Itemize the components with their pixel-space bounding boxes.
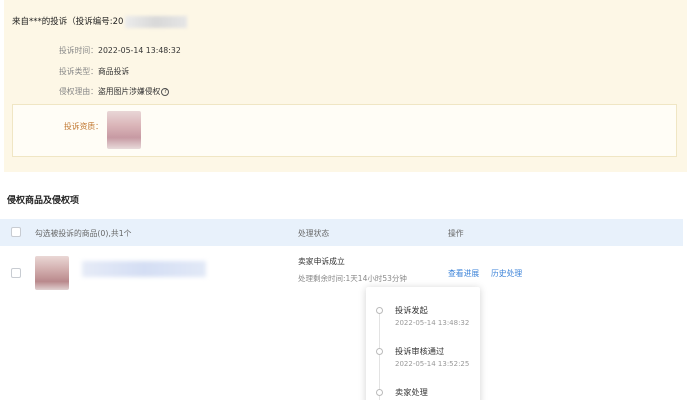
- complaint-type-label: 投诉类型：: [59, 67, 98, 76]
- evidence-label: 投诉资质：: [64, 122, 103, 131]
- complaint-title: 来自***的投诉（投诉编号:20: [12, 15, 188, 28]
- timeline-step-time: 2022-05-14 13:52:25: [395, 360, 470, 368]
- complaint-time-value: 2022-05-14 13:48:32: [97, 46, 181, 55]
- timeline-dot: [376, 348, 383, 355]
- select-all-checkbox[interactable]: [11, 227, 21, 237]
- timeline-dot: [376, 389, 383, 396]
- complaint-type-row: 投诉类型：商品投诉: [59, 66, 129, 77]
- complaint-info-card: 来自***的投诉（投诉编号:20 投诉时间：2022-05-14 13:48:3…: [4, 0, 687, 172]
- complaint-time-label: 投诉时间：: [59, 46, 98, 55]
- redacted-complaint-id: [125, 15, 188, 28]
- timeline-step-title: 投诉审核通过: [395, 346, 445, 356]
- evidence-image[interactable]: [107, 111, 141, 149]
- table-row: 卖家申诉成立 处理剩余时间:1天14小时53分钟 查看进展 历史处理: [0, 248, 683, 298]
- complaint-time-row: 投诉时间：2022-05-14 13:48:32: [59, 45, 181, 56]
- complaint-title-text: 来自***的投诉（投诉编号:20: [12, 17, 124, 27]
- complaint-type-value: 商品投诉: [97, 67, 130, 76]
- table-header: 勾选被投诉的商品(0),共1个 处理状态 操作: [0, 219, 683, 246]
- column-header-status: 处理状态: [298, 229, 330, 238]
- status-text: 卖家申诉成立: [298, 257, 345, 266]
- row-checkbox[interactable]: [11, 268, 21, 278]
- remaining-time-text: 处理剩余时间:1天14小时53分钟: [298, 274, 407, 283]
- progress-timeline-popup: 投诉发起 2022-05-14 13:48:32 投诉审核通过 2022-05-…: [366, 287, 480, 400]
- column-header-select: 勾选被投诉的商品(0),共1个: [35, 229, 132, 238]
- section-title: 侵权商品及侵权项: [7, 196, 80, 206]
- timeline-step-title: 投诉发起: [395, 305, 428, 315]
- history-link[interactable]: 历史处理: [491, 268, 522, 279]
- redacted-product-title[interactable]: [82, 261, 206, 277]
- question-icon[interactable]: ?: [161, 88, 170, 96]
- view-progress-link[interactable]: 查看进展: [448, 268, 479, 279]
- complaint-reason-label: 侵权理由：: [59, 87, 98, 96]
- timeline-step-time: 2022-05-14 13:48:32: [395, 319, 470, 327]
- complaint-reason-row: 侵权理由：盗用图片涉嫌侵权?: [59, 86, 170, 97]
- product-image[interactable]: [35, 256, 69, 290]
- complaint-reason-value: 盗用图片涉嫌侵权: [97, 87, 161, 96]
- evidence-box: 投诉资质：: [12, 104, 677, 157]
- column-header-action: 操作: [448, 229, 464, 238]
- timeline-step-title: 卖家处理: [395, 387, 428, 397]
- timeline-dot: [376, 307, 383, 314]
